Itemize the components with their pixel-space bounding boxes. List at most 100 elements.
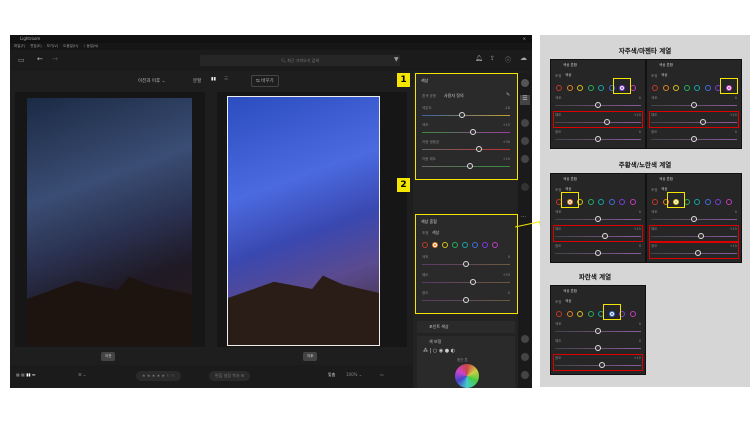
example-slider-knob[interactable]	[595, 345, 601, 351]
crop-icon[interactable]	[521, 119, 529, 127]
example-swatch-7[interactable]	[725, 199, 732, 205]
mixer-slider-knob[interactable]	[463, 261, 469, 267]
rating-stars[interactable]: ★ ★ ★ ★ ★	[142, 373, 165, 378]
bell-icon[interactable]: 🔔︎	[475, 55, 483, 62]
menu-view[interactable]: 보기(V)	[47, 44, 59, 48]
zoom-dropdown[interactable]: 100% ⌄	[346, 372, 362, 377]
example-swatch-0[interactable]	[652, 199, 658, 205]
example-swatch-5[interactable]	[608, 199, 615, 205]
mixer-swatch-3[interactable]	[452, 242, 458, 248]
example-swatch-3[interactable]	[587, 311, 594, 317]
menu-help[interactable]: 도움말(H)	[63, 44, 78, 48]
rating-control[interactable]: ★ ★ ★ ★ ★ ⚐ ⚐	[136, 371, 181, 381]
adjust-dropdown[interactable]: 색상	[432, 230, 439, 236]
fit-button[interactable]: 맞춤	[328, 372, 335, 378]
mixer-swatch-2[interactable]	[442, 242, 448, 248]
close-icon[interactable]: ✕	[523, 35, 526, 43]
help-icon[interactable]: ⓘ	[505, 55, 511, 64]
grid-view-icon[interactable]: ▦ ▦ ▮▮ ▬	[16, 372, 36, 377]
example-swatch-0[interactable]	[556, 311, 562, 317]
stacked-view-icon[interactable]: ☰	[224, 77, 228, 82]
color-slider-knob[interactable]	[458, 112, 465, 118]
example-swatch-7[interactable]	[629, 199, 636, 205]
menu-extra[interactable]: ∖ 동일(N)	[83, 44, 98, 48]
tag-icon[interactable]	[521, 353, 529, 361]
example-swatch-3[interactable]	[587, 199, 594, 205]
filter-icon[interactable]: ▼	[394, 56, 399, 63]
info-icon[interactable]	[521, 371, 529, 379]
color-slider-knob[interactable]	[467, 163, 474, 169]
sort-icon[interactable]: ☰ ⌄	[78, 372, 86, 377]
mixer-swatch-0[interactable]	[422, 242, 428, 248]
example-swatch-0[interactable]	[652, 85, 658, 91]
example-slider-knob[interactable]	[691, 136, 697, 142]
mixer-slider-knob[interactable]	[470, 279, 477, 285]
example-swatch-0[interactable]	[556, 85, 562, 91]
example-swatch-6[interactable]	[715, 199, 721, 205]
mixer-swatch-7[interactable]	[492, 242, 498, 248]
edit-sliders-icon[interactable]: ☰	[520, 95, 530, 105]
mixer-swatch-5[interactable]	[472, 242, 478, 248]
example-swatch-3[interactable]	[683, 85, 690, 91]
example-slider-knob[interactable]	[595, 250, 601, 256]
menu-file[interactable]: 파일(F)	[14, 44, 25, 48]
split-view-icon[interactable]: ▮▮	[211, 77, 216, 82]
adjust-dropdown[interactable]: 색상	[661, 73, 667, 78]
example-swatch-7[interactable]	[629, 311, 636, 317]
mixer-swatch-6[interactable]	[482, 242, 488, 248]
flag-icons[interactable]: ⚐ ⚐	[166, 373, 174, 378]
color-slider-track[interactable]	[422, 132, 510, 133]
example-swatch-4[interactable]	[694, 85, 700, 91]
mixer-slider-track[interactable]	[422, 282, 510, 283]
example-swatch-2[interactable]	[577, 85, 583, 91]
wb-dropdown[interactable]: 사용자 정의	[444, 93, 464, 99]
color-mixer-title[interactable]: 색상 혼합	[421, 219, 437, 225]
example-swatch-2[interactable]	[673, 85, 679, 91]
example-swatch-4[interactable]	[598, 199, 604, 205]
example-slider-knob[interactable]	[595, 136, 601, 142]
color-slider-knob[interactable]	[476, 146, 483, 152]
color-wheel[interactable]	[455, 364, 479, 388]
adjust-dropdown[interactable]: 색상	[565, 73, 571, 78]
color-slider-track[interactable]	[422, 115, 510, 116]
healing-icon[interactable]	[521, 137, 529, 145]
example-swatch-6[interactable]	[619, 199, 625, 205]
example-slider-knob[interactable]	[691, 102, 697, 108]
mixer-swatch-1[interactable]	[432, 242, 438, 248]
example-slider-knob[interactable]	[691, 216, 697, 222]
example-swatch-4[interactable]	[598, 85, 604, 91]
example-swatch-1[interactable]	[566, 85, 573, 91]
example-swatch-3[interactable]	[587, 85, 594, 91]
example-slider-knob[interactable]	[595, 328, 601, 334]
mixer-swatch-4[interactable]	[462, 242, 468, 248]
menu-edit[interactable]: 편집(E)	[30, 44, 41, 48]
color-section-title[interactable]: 색상	[421, 78, 428, 84]
color-slider-knob[interactable]	[470, 129, 477, 135]
panel-toggle-icon[interactable]: ▭	[18, 56, 25, 64]
share-icon[interactable]: ⇪	[490, 55, 495, 62]
color-slider-track[interactable]	[422, 166, 510, 167]
example-swatch-4[interactable]	[694, 199, 700, 205]
color-slider-track[interactable]	[422, 149, 510, 150]
point-color-section[interactable]: 포인트 색상	[417, 321, 515, 333]
view-mode-dropdown[interactable]: 이전과 이후 ⌄	[138, 78, 165, 84]
example-slider-knob[interactable]	[595, 216, 601, 222]
cloud-icon[interactable]: ☁	[520, 54, 527, 62]
filmstrip-icon[interactable]: ▭	[380, 372, 384, 377]
masking-icon[interactable]	[521, 155, 529, 163]
adjust-dropdown[interactable]: 색상	[565, 299, 571, 304]
search-input[interactable]: 🔍︎ 최근 가져오기 검색	[200, 55, 400, 66]
copy-settings-button[interactable]: 편집 설정 복사 ⚙	[209, 371, 251, 381]
forward-arrow-icon[interactable]: →	[52, 55, 58, 63]
history-icon[interactable]	[521, 183, 529, 191]
eyedropper-icon[interactable]: ✎	[506, 92, 510, 98]
back-arrow-icon[interactable]: ←	[37, 55, 43, 63]
example-swatch-5[interactable]	[704, 85, 711, 91]
example-slider-knob[interactable]	[595, 102, 601, 108]
auto-icon[interactable]	[521, 79, 529, 87]
example-swatch-1[interactable]	[566, 311, 573, 317]
swap-button[interactable]: ⇆ 바꾸기	[251, 75, 279, 87]
comment-icon[interactable]	[521, 335, 529, 343]
mixer-slider-knob[interactable]	[463, 297, 469, 303]
example-swatch-1[interactable]	[662, 85, 669, 91]
